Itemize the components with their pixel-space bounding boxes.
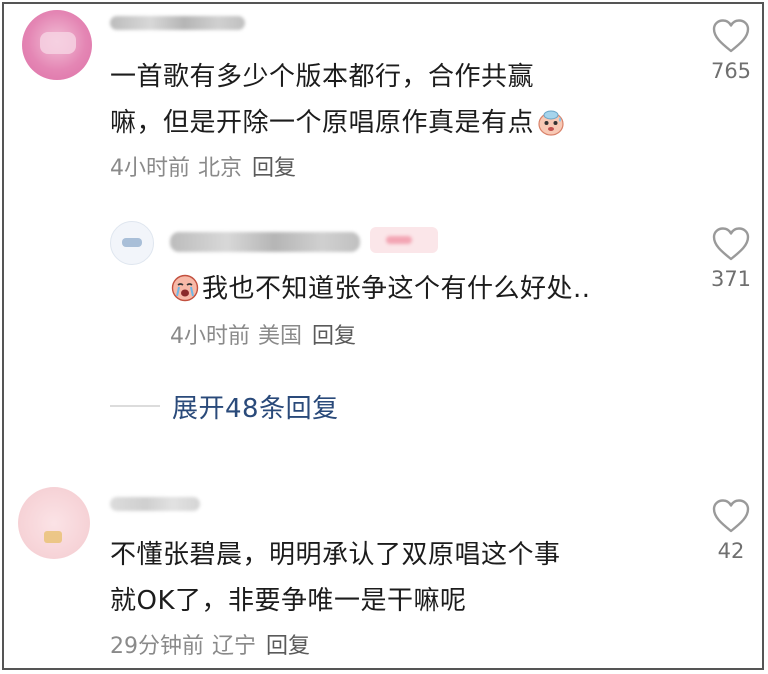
reply-text: 我也不知道张争这个有什么好处.. (170, 266, 591, 312)
replier-badge-blurred (370, 227, 438, 253)
comment-1-text-line2: 嘛，但是开除一个原唱原作真是有点 (110, 100, 566, 146)
reply-location: 美国 (258, 324, 303, 349)
comment-1-reply-button[interactable]: 回复 (252, 156, 296, 181)
comment-1-like-count: 765 (710, 59, 752, 83)
comment-2-meta: 29分钟前 辽宁 回复 (110, 632, 310, 662)
reply-reply-button[interactable]: 回复 (312, 324, 356, 349)
comment-2-time: 29分钟前 (110, 634, 204, 659)
comment-1-time: 4小时前 (110, 156, 190, 181)
avatar-replier[interactable] (110, 221, 154, 265)
reply-meta: 4小时前 美国 回复 (170, 322, 356, 352)
reply-text-content: 我也不知道张争这个有什么好处.. (202, 274, 591, 304)
expand-replies-label[interactable]: 展开48条回复 (172, 388, 339, 425)
sweating-face-emoji-icon (536, 106, 566, 136)
avatar-commenter-1[interactable] (22, 10, 92, 80)
comment-2-text-line2: 就OK了，非要争唯一是干嘛呢 (110, 586, 467, 616)
heart-outline-icon (696, 226, 766, 262)
username-replier-blurred[interactable] (170, 232, 360, 252)
reply-time: 4小时前 (170, 324, 250, 349)
comment-2-reply-button[interactable]: 回复 (266, 634, 310, 659)
comment-1-like-button[interactable]: 765 (696, 18, 766, 84)
reply-like-button[interactable]: 371 (696, 226, 766, 292)
comment-2-like-button[interactable]: 42 (696, 498, 766, 564)
comment-2-text-line1: 不懂张碧晨，明明承认了双原唱这个事 (110, 540, 561, 570)
comment-2-like-count: 42 (717, 539, 745, 563)
crying-face-emoji-icon (170, 272, 200, 302)
comment-2-location: 辽宁 (212, 634, 257, 659)
username-commenter-1-blurred[interactable] (110, 16, 245, 30)
expand-divider-line (110, 405, 160, 407)
expand-replies-button[interactable]: 展开48条回复 (110, 386, 339, 426)
reply-like-count: 371 (710, 267, 752, 291)
comment-section-frame: 一首歌有多少个版本都行，合作共赢 嘛，但是开除一个原唱原作真是有点 4小时前 北京… (2, 2, 764, 670)
heart-outline-icon (696, 498, 766, 534)
comment-1-text-line1: 一首歌有多少个版本都行，合作共赢 (110, 62, 535, 92)
avatar-commenter-2[interactable] (18, 487, 90, 559)
comment-1-meta: 4小时前 北京 回复 (110, 154, 296, 184)
comment-1-text-line2-content: 嘛，但是开除一个原唱原作真是有点 (110, 108, 535, 138)
heart-outline-icon (696, 18, 766, 54)
username-commenter-2-blurred[interactable] (110, 497, 200, 511)
comment-1-location: 北京 (198, 156, 243, 181)
